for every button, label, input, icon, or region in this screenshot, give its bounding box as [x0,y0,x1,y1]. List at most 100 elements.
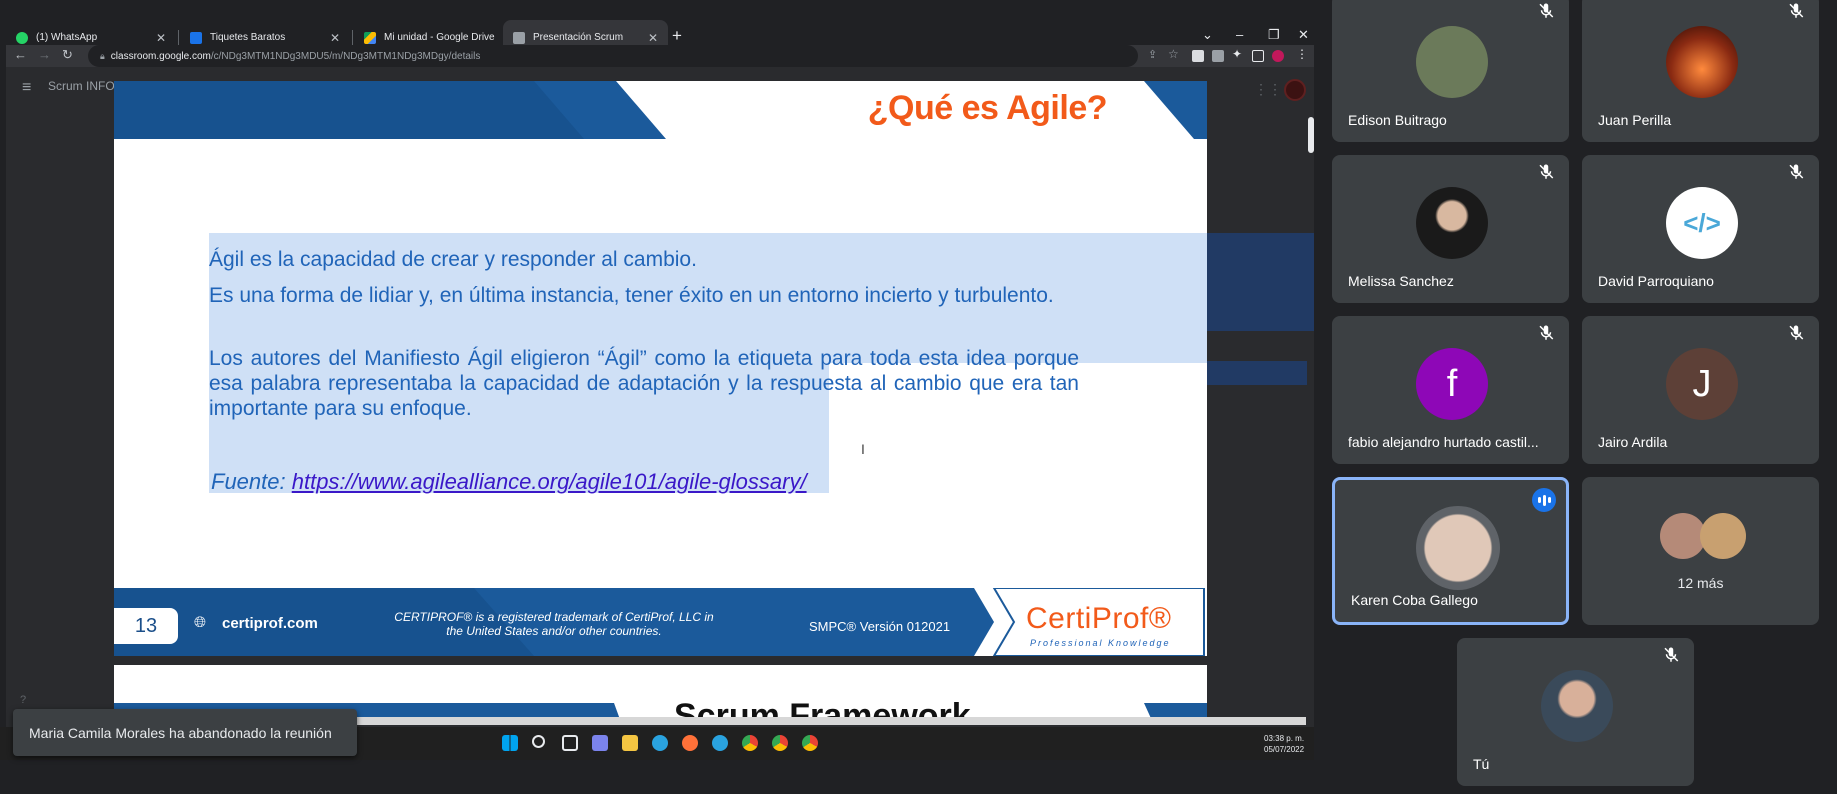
avatar [1541,670,1613,742]
mic-off-icon [1664,647,1679,662]
participant-tile[interactable]: Edison Buitrago [1332,0,1569,142]
selection-highlight [1207,361,1307,385]
search-icon[interactable] [532,735,545,748]
share-icon[interactable]: ⇪ [1148,48,1160,61]
mic-off-icon [1539,325,1554,340]
participant-name: Juan Perilla [1598,112,1672,128]
meet-window: (1) WhatsApp ✕ Tiquetes Baratos ✕ Mi uni… [0,0,1837,794]
account-avatar[interactable] [1284,79,1306,101]
source-line: Fuente: https://www.agilealliance.org/ag… [211,469,807,495]
drive-icon [364,31,376,44]
more-participants-count: 12 más [1677,575,1724,591]
teams-icon[interactable] [592,735,608,751]
menu-icon[interactable]: ⋮ [1296,47,1308,61]
back-icon[interactable]: ← [14,47,27,62]
slide-paragraph[interactable]: Es una forma de lidiar y, en última inst… [209,283,1079,308]
source-link[interactable]: https://www.agilealliance.org/agile101/a… [292,469,807,494]
speaking-indicator-icon [1532,488,1556,512]
classroom-title[interactable]: Scrum INFO [48,79,115,93]
forward-icon[interactable]: → [38,47,51,62]
notification-toast: Maria Camila Morales ha abandonado la re… [13,709,357,756]
minimize-icon[interactable]: – [1236,27,1243,42]
apps-grid-icon[interactable]: ⋮⋮ [1254,81,1282,98]
globe-icon: 🌐︎ [194,614,207,631]
participant-tile[interactable]: Juan Perilla [1582,0,1819,142]
participant-tile[interactable]: f fabio alejandro hurtado castil... [1332,316,1569,464]
mic-off-icon [1789,164,1804,179]
text-cursor-icon: I [861,441,865,457]
avatar [1700,513,1746,559]
chrome-icon[interactable] [742,735,758,751]
mic-off-icon [1789,3,1804,18]
close-tab-icon[interactable]: ✕ [156,31,166,45]
participant-name: fabio alejandro hurtado castil... [1348,434,1539,450]
participant-name: Jairo Ardila [1598,434,1668,450]
slide-paragraph[interactable]: Ágil es la capacidad de crear y responde… [209,247,1079,272]
slide-number: 13 [114,608,178,644]
footer-version: SMPC® Versión 012021 [809,619,951,634]
system-clock[interactable]: 03:38 p. m. 05/07/2022 [1264,733,1304,755]
participant-tile[interactable]: </> David Parroquiano [1582,155,1819,303]
side-panel-icon[interactable] [1252,50,1264,62]
footer-site: certiprof.com [222,615,318,632]
mic-off-icon [1539,3,1554,18]
close-tab-icon[interactable]: ✕ [330,31,340,45]
windows-start-icon[interactable] [502,735,518,751]
new-tab-button[interactable]: + [672,26,682,46]
participant-name: David Parroquiano [1598,273,1714,289]
avatar [1416,506,1500,590]
telegram-icon[interactable] [652,735,668,751]
certiprof-logo: CertiProf® Professional Knowledge [1026,602,1172,648]
participant-tile[interactable]: Melissa Sanchez [1332,155,1569,303]
profile-icon[interactable] [1272,50,1284,62]
participant-name: Tú [1473,756,1490,772]
vertical-scrollbar[interactable] [1308,117,1314,153]
bookmark-star-icon[interactable]: ☆ [1168,47,1180,61]
whatsapp-icon [16,31,28,44]
mic-off-icon [1539,164,1554,179]
puzzle-icon[interactable]: ✦ [1232,47,1244,61]
more-participants-tile[interactable]: 12 más [1582,477,1819,625]
extension-icon[interactable] [1212,50,1224,62]
chrome-icon[interactable] [802,735,818,751]
firefox-icon[interactable] [682,735,698,751]
participant-tile[interactable]: J Jairo Ardila [1582,316,1819,464]
mic-off-icon [1789,325,1804,340]
url-bar[interactable]: 🔒︎ classroom.google.com /c/NDg3MTM1NDg3M… [88,45,1138,67]
avatar [1416,26,1488,98]
slide-footer: 13 🌐︎ certiprof.com CERTIPROF® is a regi… [114,588,1207,656]
reload-icon[interactable]: ↻ [62,47,73,63]
task-view-icon[interactable] [562,735,578,751]
avatar [1416,187,1488,259]
footer-trademark: CERTIPROF® is a registered trademark of … [394,610,714,638]
file-explorer-icon[interactable] [622,735,638,751]
telegram-icon[interactable] [712,735,728,751]
tab-separator [178,30,179,46]
help-icon[interactable]: ? [20,694,26,706]
tab-separator [352,30,353,46]
participant-name: Melissa Sanchez [1348,273,1454,289]
tiquetes-icon [190,31,202,44]
chrome-icon[interactable] [772,735,788,751]
restore-icon[interactable]: ❐ [1268,27,1280,43]
close-tab-icon[interactable]: ✕ [648,31,658,45]
classroom-icon [513,31,525,44]
extension-icon[interactable] [1192,50,1204,62]
hamburger-icon[interactable]: ≡ [22,79,31,97]
tab-search-icon[interactable]: ⌄ [1202,27,1213,43]
lock-icon: 🔒︎ [100,50,105,61]
address-toolbar: ← → ↻ 🔒︎ classroom.google.com /c/NDg3MTM… [6,45,1314,67]
slide-paragraph[interactable]: Los autores del Manifiesto Ágil eligiero… [209,346,1079,421]
avatar [1666,26,1738,98]
participant-name: Edison Buitrago [1348,112,1447,128]
classroom-page: ≡ Scrum INFO ⋮⋮ ¿Qué es Agile? Ágil es l… [6,67,1314,727]
self-tile[interactable]: Tú [1457,638,1694,786]
close-window-icon[interactable]: ✕ [1298,27,1309,43]
avatar: f [1416,348,1488,420]
slide-title: ¿Qué es Agile? [867,89,1108,127]
avatar: J [1666,348,1738,420]
selection-highlight [1207,233,1314,331]
shared-screen: (1) WhatsApp ✕ Tiquetes Baratos ✕ Mi uni… [0,0,1314,760]
participant-tile-speaking[interactable]: Karen Coba Gallego [1332,477,1569,625]
slide: ¿Qué es Agile? Ágil es la capacidad de c… [114,81,1207,656]
